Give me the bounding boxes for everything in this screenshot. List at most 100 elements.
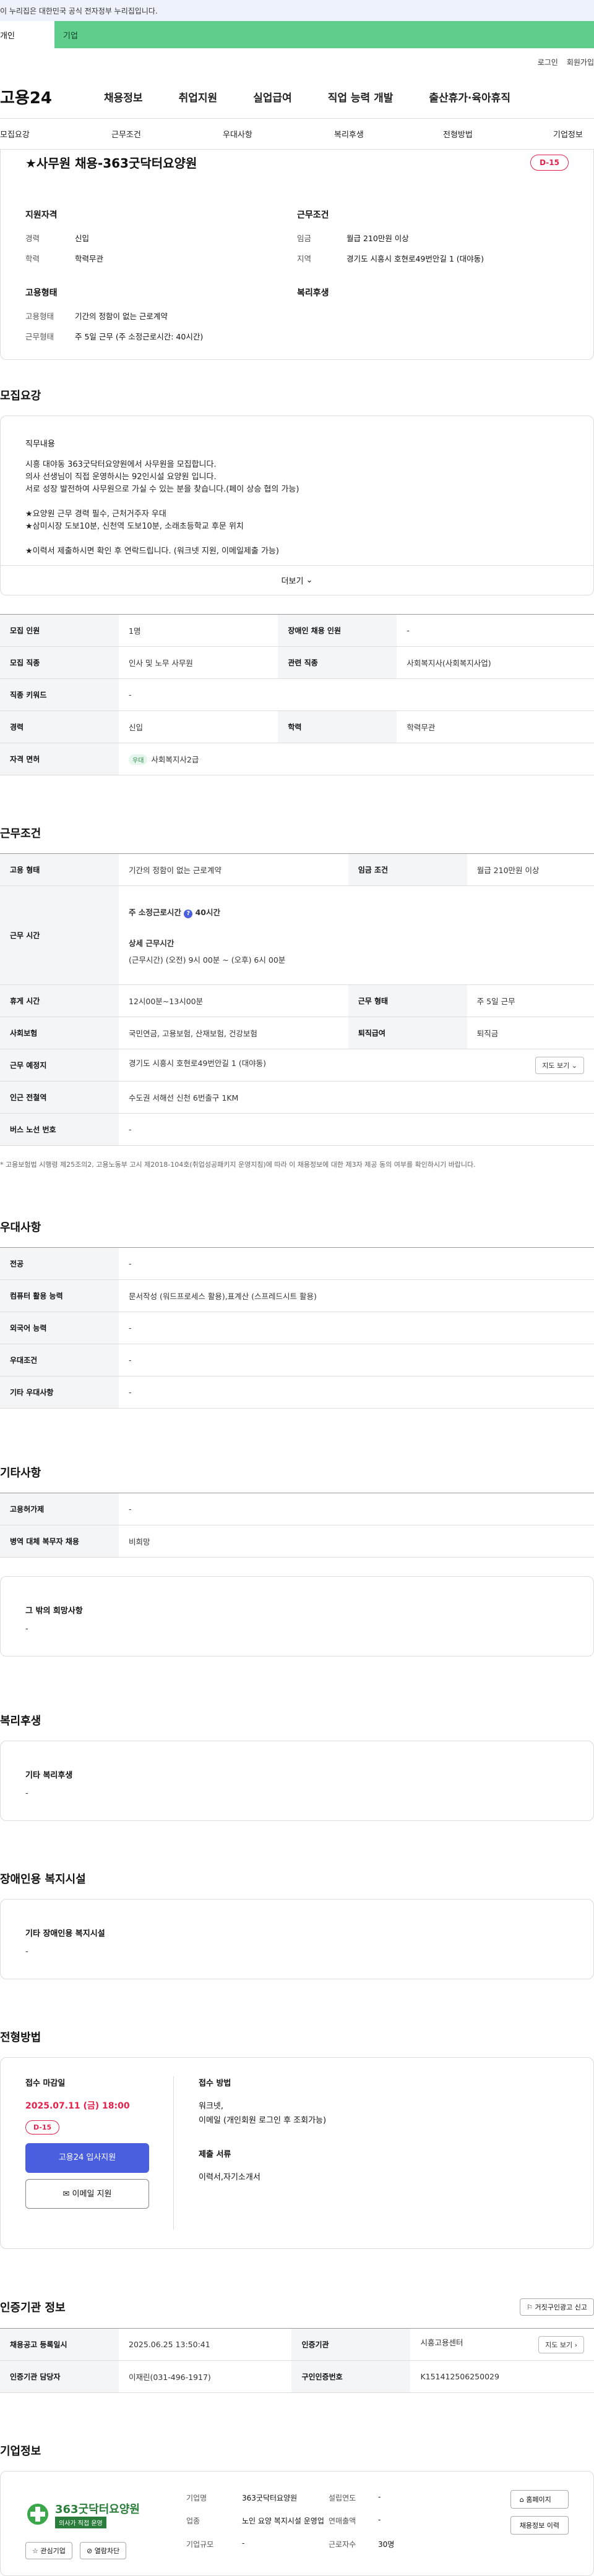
table-key: 인증기관 담당자: [0, 2360, 119, 2393]
hours-sub1-value: 40시간: [195, 907, 220, 917]
table-key: 채용공고 등록일시: [0, 2328, 119, 2361]
table-row: 자격 면허 우대 사회복지사2급: [0, 743, 594, 775]
table-value: 사회복지사(사회복지사업): [397, 646, 594, 679]
map-button[interactable]: 지도 보기 ⌄: [535, 1056, 584, 1074]
gnb-leave[interactable]: 출산휴가·육아휴직: [429, 89, 510, 104]
work-key: 임금: [297, 234, 312, 243]
prefer-table: 전공 - 컴퓨터 활용 능력 문서작성 (워드프로세스 활용),표계산 (스프레드시…: [0, 1247, 594, 1409]
prefer-badge: 우대: [129, 754, 148, 765]
emp-value: 주 5일 근무 (주 소정근로시간: 40시간): [75, 332, 204, 341]
site-tabs: 개인 기업: [0, 21, 594, 48]
info-value: 30명: [378, 2540, 395, 2549]
info-key: 기업명: [186, 2494, 207, 2502]
subnav-process[interactable]: 전형방법: [443, 128, 553, 140]
global-nav: 고용24 채용정보 취업지원 실업급여 직업 능력 개발 출산휴가·육아휴직: [0, 75, 594, 119]
table-key: 컴퓨터 활용 능력: [0, 1279, 119, 1312]
emp-key: 근무형태: [25, 332, 54, 341]
site-logo[interactable]: 고용24: [0, 85, 68, 108]
table-key: 구인인증번호: [291, 2360, 411, 2393]
desc-line: [25, 533, 569, 545]
report-button[interactable]: ⚐ 거짓구인광고 신고: [520, 2298, 594, 2316]
table-row: 근무 시간 주 소정근로시간 ? 40시간 상세 근무시간 (근무시간) (오전…: [0, 885, 594, 985]
logo-sub: 의사가 직접 운영: [55, 2516, 106, 2528]
disabled-key: 기타 장애인용 복지시설: [25, 1929, 105, 1938]
table-row: 외국어 능력 -: [0, 1311, 594, 1344]
table-value: K151412506250029: [410, 2360, 594, 2393]
block-label: 열람차단: [94, 2547, 120, 2555]
qual-key: 학력: [25, 254, 40, 263]
table-value: 월급 210만원 이상: [467, 853, 594, 886]
cert-title: 인증기관 정보: [0, 2301, 66, 2314]
homepage-button[interactable]: ⌂ 홈페이지: [510, 2490, 569, 2509]
etc-other-value: -: [25, 1624, 28, 1634]
favorite-button[interactable]: ☆ 관심기업: [25, 2542, 72, 2559]
emp-heading: 고용형태: [25, 288, 58, 298]
gnb-unemployment[interactable]: 실업급여: [253, 89, 292, 104]
dday-badge: D-15: [530, 155, 569, 171]
table-value: -: [119, 1311, 594, 1344]
gnb-jobs[interactable]: 채용정보: [104, 89, 143, 104]
hours-sub2-value: (근무시간) (오전) 9시 00분 ~ (오후) 6시 00분: [129, 955, 286, 965]
email-apply-button[interactable]: ✉ 이메일 지원: [25, 2179, 149, 2209]
agency-value: 시흥고용센터: [420, 2337, 463, 2347]
tab-label: 개인: [0, 31, 15, 41]
table-row: 기타 우대사항 -: [0, 1376, 594, 1409]
history-button[interactable]: 채용정보 이력: [510, 2516, 569, 2535]
map-button[interactable]: 지도 보기 ›: [538, 2335, 584, 2353]
subnav-prefer[interactable]: 우대사항: [223, 128, 334, 140]
etc-other-key: 그 밖의 희망사항: [25, 1606, 83, 1616]
info-key: 기업규모: [186, 2540, 214, 2549]
table-value: 비희망: [119, 1525, 594, 1558]
subnav-welfare[interactable]: 복리후생: [334, 128, 443, 140]
more-button[interactable]: 더보기 ⌄: [1, 565, 593, 595]
favorite-label: 관심기업: [40, 2547, 66, 2555]
info-value: -: [378, 2493, 381, 2501]
hours-sub2: 상세 근무시간: [129, 938, 174, 948]
table-value: 1명: [119, 614, 278, 647]
email-apply-label: 이메일 지원: [72, 2190, 112, 2199]
emp-key: 고용형태: [25, 312, 54, 321]
table-key: 경력: [0, 710, 119, 743]
table-row: 휴게 시간 12시00분~13시00분 근무 형태 주 5일 근무: [0, 984, 594, 1017]
desc-line: 시흥 대야동 363굿닥터요양원에서 사무원을 모집합니다.: [25, 460, 217, 469]
login-link[interactable]: 로그인: [538, 57, 558, 67]
table-value: -: [119, 678, 594, 711]
table-key: 퇴직급여: [348, 1017, 467, 1049]
subnav-recruit[interactable]: 모집요강: [0, 128, 111, 140]
subnav-company[interactable]: 기업정보: [553, 128, 583, 140]
docs-key: 제출 서류: [199, 2150, 231, 2159]
signup-link[interactable]: 회원가입: [567, 57, 594, 67]
deadline-value: 2025.07.11 (금) 18:00: [25, 2101, 130, 2111]
desc-line: ★요양원 근무 경력 필수, 근처거주자 우대: [25, 510, 166, 519]
conditions-note: * 고용보험법 시행령 제25조의2, 고용노동부 고시 제2018-104호(…: [0, 1161, 476, 1169]
report-icon: ⚐: [527, 2303, 533, 2311]
work-value: 경기도 시흥시 호현로49번안길 1 (대야동): [346, 254, 484, 263]
gnb-training[interactable]: 직업 능력 개발: [328, 89, 394, 104]
desc-line: 의사 선생님이 직접 운영하시는 92인시설 요양원 입니다.: [25, 472, 217, 482]
table-value: -: [119, 1493, 594, 1525]
tab-company[interactable]: 기업: [54, 21, 594, 48]
company-card: 363굿닥터요양원 의사가 직접 운영 ☆ 관심기업 ⊘ 열람차단 기업명 363…: [0, 2471, 594, 2576]
desc-line: [25, 496, 569, 508]
table-value: -: [119, 1113, 594, 1146]
table-row: 사회보험 국민연금, 고용보험, 산재보험, 건강보험 퇴직급여 퇴직금: [0, 1017, 594, 1049]
tab-label: 기업: [63, 31, 78, 41]
block-button[interactable]: ⊘ 열람차단: [80, 2542, 127, 2559]
method-key: 접수 방법: [199, 2079, 231, 2088]
chevron-down-icon: ⌄: [306, 576, 313, 585]
table-value: -: [119, 1247, 594, 1280]
map-button-label: 지도 보기: [542, 1061, 570, 1070]
work-value: 월급 210만원 이상: [346, 234, 409, 243]
table-row: 인증기관 담당자 이재린(031-496-1917) 구인인증번호 K15141250…: [0, 2360, 594, 2393]
apply-button[interactable]: 고용24 입사지원: [25, 2143, 149, 2173]
table-key: 관련 직종: [278, 646, 397, 679]
subnav-conditions[interactable]: 근무조건: [111, 128, 223, 140]
map-button-label: 지도 보기: [545, 2340, 573, 2349]
block-icon: ⊘: [87, 2547, 93, 2555]
gnb-support[interactable]: 취업지원: [179, 89, 218, 104]
tab-personal[interactable]: 개인: [0, 21, 54, 48]
company-info: 기업명 363굿닥터요양원 설립연도 - 업종 노인 요양 복지시설 운영업 연매출액…: [186, 2493, 452, 2554]
job-desc-card: 직무내용 시흥 대야동 363굿닥터요양원에서 사무원을 모집합니다. 의사 선…: [0, 416, 594, 595]
section-nav: 모집요강 근무조건 우대사항 복리후생 전형방법 기업정보: [0, 119, 594, 150]
table-value: 2025.06.25 13:50:41: [119, 2328, 292, 2361]
